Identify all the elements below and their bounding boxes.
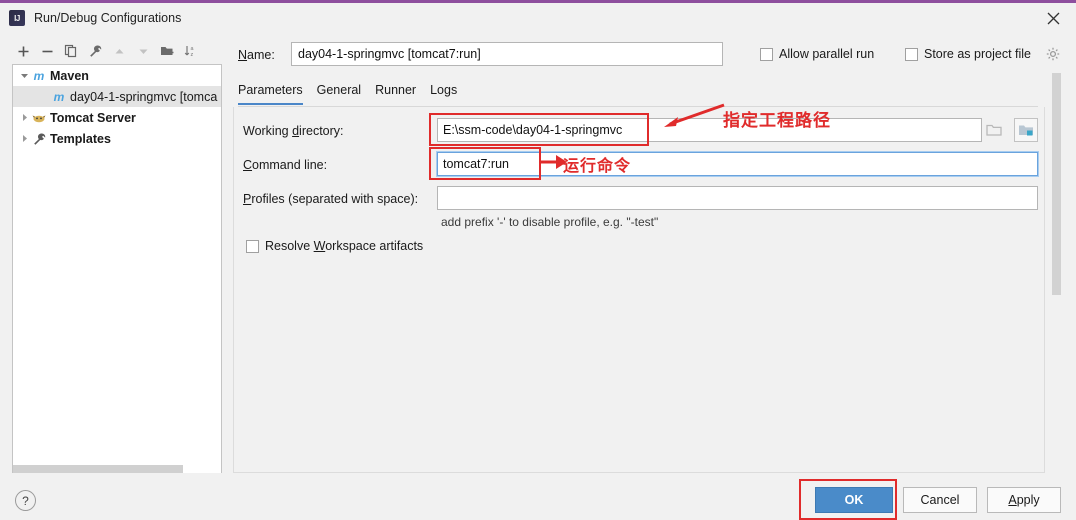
- folder-macro-icon[interactable]: [1014, 118, 1038, 142]
- profiles-hint: add prefix '-' to disable profile, e.g. …: [441, 215, 659, 229]
- gear-icon[interactable]: [1046, 47, 1060, 61]
- tree-item-day04-1-springmvc[interactable]: m day04-1-springmvc [tomca: [13, 86, 221, 107]
- tree-item-label: Maven: [50, 68, 89, 83]
- allow-parallel-run-checkbox[interactable]: Allow parallel run: [760, 47, 874, 61]
- wrench-icon[interactable]: [84, 40, 106, 62]
- tree-item-label: Templates: [50, 131, 111, 146]
- command-line-input[interactable]: [437, 152, 1038, 176]
- tab-runner[interactable]: Runner: [375, 83, 416, 105]
- store-as-project-file-label: Store as project file: [924, 47, 1031, 61]
- resolve-workspace-artifacts-label: Resolve Workspace artifacts: [265, 239, 424, 253]
- content-vertical-scrollbar[interactable]: [1052, 69, 1061, 473]
- svg-text:z: z: [191, 52, 194, 58]
- chevron-right-icon[interactable]: [17, 111, 31, 125]
- scrollbar-thumb[interactable]: [13, 465, 183, 473]
- ok-button[interactable]: OK: [815, 487, 893, 513]
- dialog-title: Run/Debug Configurations: [34, 11, 182, 25]
- chevron-right-icon[interactable]: [17, 132, 31, 146]
- folder-add-icon[interactable]: [156, 40, 178, 62]
- profiles-input[interactable]: [437, 186, 1038, 210]
- arrow-up-icon[interactable]: [108, 40, 130, 62]
- apply-button[interactable]: Apply: [987, 487, 1061, 513]
- checkbox-box[interactable]: [905, 47, 918, 61]
- configurations-toolbar: a z: [12, 39, 227, 63]
- tree-item-maven[interactable]: m Maven: [13, 65, 221, 86]
- store-as-project-file-checkbox[interactable]: Store as project file: [905, 47, 1031, 61]
- help-icon[interactable]: ?: [15, 490, 36, 511]
- working-directory-input[interactable]: [437, 118, 982, 142]
- run-debug-configurations-dialog: Run/Debug Configurations: [0, 0, 1076, 520]
- tab-parameters[interactable]: Parameters: [238, 83, 303, 105]
- tab-general[interactable]: General: [317, 83, 361, 105]
- command-line-label: Command line:: [243, 158, 328, 172]
- folder-browse-icon[interactable]: [982, 118, 1006, 142]
- parameters-tabs: Parameters General Runner Logs: [238, 83, 457, 105]
- resolve-workspace-artifacts-checkbox[interactable]: Resolve Workspace artifacts: [246, 239, 423, 253]
- titlebar: Run/Debug Configurations: [0, 3, 1076, 33]
- tab-logs[interactable]: Logs: [430, 83, 457, 105]
- scrollbar-thumb[interactable]: [1052, 73, 1061, 295]
- arrow-down-icon[interactable]: [132, 40, 154, 62]
- tree-item-templates[interactable]: Templates: [13, 128, 221, 149]
- copy-icon[interactable]: [60, 40, 82, 62]
- close-icon[interactable]: [1030, 3, 1076, 33]
- intellij-idea-logo-icon: [9, 10, 25, 26]
- chevron-down-icon[interactable]: [17, 69, 31, 83]
- tree-horizontal-scrollbar[interactable]: [13, 465, 221, 473]
- tomcat-icon: [31, 110, 47, 126]
- tree-item-label: Tomcat Server: [50, 110, 136, 125]
- maven-icon: m: [33, 68, 45, 83]
- name-label: Name:: [238, 48, 275, 62]
- plus-icon[interactable]: [12, 40, 34, 62]
- cancel-button[interactable]: Cancel: [903, 487, 977, 513]
- maven-icon: m: [53, 89, 65, 104]
- allow-parallel-run-label: Allow parallel run: [779, 47, 875, 61]
- checkbox-box[interactable]: [246, 239, 259, 253]
- configurations-tree[interactable]: m Maven m day04-1-springmvc [tomca Tomca…: [12, 64, 222, 473]
- checkbox-box[interactable]: [760, 47, 773, 61]
- name-input[interactable]: [291, 42, 723, 66]
- sort-az-icon[interactable]: a z: [180, 40, 202, 62]
- tree-item-label: day04-1-springmvc [tomca: [70, 89, 218, 104]
- minus-icon[interactable]: [36, 40, 58, 62]
- tree-item-tomcat-server[interactable]: Tomcat Server: [13, 107, 221, 128]
- profiles-label: Profiles (separated with space):: [243, 192, 419, 206]
- wrench-icon: [31, 131, 47, 147]
- working-directory-label: Working directory:: [243, 124, 344, 138]
